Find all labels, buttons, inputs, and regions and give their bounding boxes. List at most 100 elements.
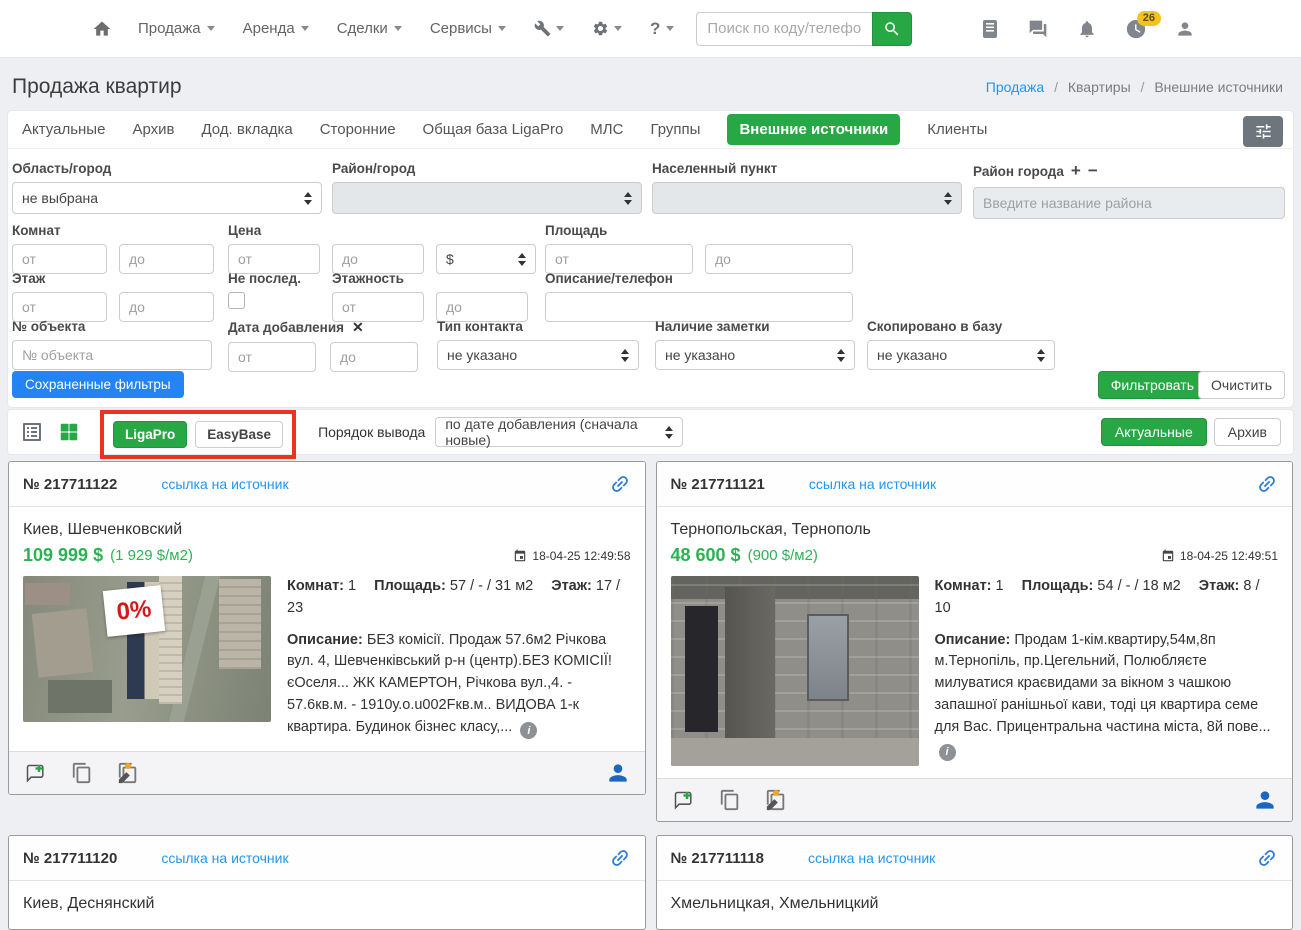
agent-icon[interactable]: [605, 760, 631, 786]
search-input[interactable]: [696, 12, 872, 46]
description-phone-input[interactable]: [545, 292, 853, 322]
filter-floors-total: Этажность: [332, 271, 528, 322]
floor-to-input[interactable]: [119, 292, 214, 322]
main-menu: Продажа Аренда Сделки Сервисы ?: [138, 19, 674, 39]
search-icon: [883, 20, 901, 38]
tab-actual[interactable]: Актуальные: [22, 121, 105, 138]
sort-order-select[interactable]: по дате добавления (сначала новые): [435, 417, 683, 447]
nav-menu-rent[interactable]: Аренда: [243, 20, 309, 37]
tab-additional[interactable]: Дод. вкладка: [201, 121, 292, 138]
journal-icon[interactable]: [981, 19, 999, 39]
price-to-input[interactable]: [332, 244, 424, 274]
date-to-input[interactable]: [330, 342, 418, 372]
info-icon[interactable]: i: [939, 744, 956, 761]
link-chain-icon[interactable]: [1251, 842, 1282, 873]
agent-icon[interactable]: [1252, 787, 1278, 813]
settings-menu[interactable]: [592, 20, 622, 37]
info-icon[interactable]: i: [520, 722, 537, 739]
status-archive-button[interactable]: Архив: [1214, 418, 1281, 446]
settlement-select[interactable]: [652, 182, 962, 214]
copy-edit-icon[interactable]: [765, 789, 787, 811]
source-link[interactable]: ссылка на источник: [161, 476, 288, 492]
district-select[interactable]: [332, 182, 642, 214]
help-menu[interactable]: ?: [650, 19, 674, 39]
copied-to-base-select[interactable]: не указано: [867, 340, 1055, 370]
status-actual-button[interactable]: Актуальные: [1101, 418, 1207, 446]
select-arrows-icon: [944, 192, 952, 205]
listing-location: Хмельницкая, Хмельницкий: [671, 895, 1279, 913]
city-district-input[interactable]: [973, 187, 1285, 219]
search-button[interactable]: [872, 12, 912, 46]
bell-icon[interactable]: [1077, 19, 1097, 39]
filter-note-presence: Наличие заметки не указано: [655, 319, 855, 370]
contact-type-select[interactable]: не указано: [437, 340, 639, 370]
link-chain-icon[interactable]: [1251, 468, 1282, 499]
nav-menu-sales[interactable]: Продажа: [138, 20, 215, 37]
tab-ligapro-base[interactable]: Общая база LigaPro: [423, 121, 564, 138]
home-icon[interactable]: [92, 19, 112, 39]
breadcrumb-sales[interactable]: Продажа: [986, 79, 1044, 95]
source-link[interactable]: ссылка на источник: [809, 476, 936, 492]
saved-filters-button[interactable]: Сохраненные фильтры: [12, 371, 184, 398]
tab-third-party[interactable]: Сторонние: [320, 121, 396, 138]
topbar-icon-group: 26: [981, 18, 1195, 40]
tools-menu[interactable]: [534, 20, 564, 37]
listing-photo[interactable]: [671, 576, 919, 766]
tab-groups[interactable]: Группы: [650, 121, 700, 138]
clear-date-icon[interactable]: ✕: [352, 319, 364, 335]
add-note-chat-icon[interactable]: [23, 761, 47, 785]
source-link[interactable]: ссылка на источник: [161, 850, 288, 866]
grid-view-icon[interactable]: [58, 421, 80, 443]
price-from-input[interactable]: [228, 244, 320, 274]
not-last-floor-checkbox[interactable]: [228, 292, 245, 309]
area-from-input[interactable]: [545, 244, 693, 274]
chats-icon[interactable]: [1027, 19, 1049, 39]
listing-number: № 217711118: [671, 850, 765, 867]
page-header: Продажа квартир Продажа / Квартиры / Вне…: [0, 58, 1301, 111]
plus-icon[interactable]: +: [1071, 161, 1081, 180]
filter-settings-button[interactable]: [1243, 116, 1283, 147]
price-row: 48 600 $ (900 $/м2) 18-04-25 12:49:51: [671, 545, 1279, 566]
copy-icon[interactable]: [719, 789, 741, 811]
select-arrows-icon: [665, 426, 673, 439]
tab-mls[interactable]: МЛС: [590, 121, 623, 138]
rooms-from-input[interactable]: [12, 244, 107, 274]
add-note-chat-icon[interactable]: [671, 788, 695, 812]
link-chain-icon[interactable]: [604, 842, 635, 873]
tab-archive[interactable]: Архив: [132, 121, 174, 138]
object-number-input[interactable]: [12, 340, 212, 370]
breadcrumb: Продажа / Квартиры / Внешние источники: [986, 79, 1283, 95]
copy-icon[interactable]: [71, 762, 93, 784]
floors-total-from-input[interactable]: [332, 292, 424, 322]
floors-total-to-input[interactable]: [436, 292, 528, 322]
source-easybase-button[interactable]: EasyBase: [195, 421, 283, 448]
list-view-icon[interactable]: [20, 420, 44, 444]
history-clock-icon[interactable]: 26: [1125, 18, 1147, 40]
listing-price: 48 600 $: [671, 545, 741, 566]
currency-select[interactable]: $: [436, 244, 536, 274]
date-added: 18-04-25 12:49:58: [513, 549, 630, 563]
date-from-input[interactable]: [228, 342, 316, 372]
link-chain-icon[interactable]: [604, 468, 635, 499]
filter-object-number: № объекта: [12, 319, 212, 370]
chevron-down-icon: [301, 26, 309, 31]
source-link[interactable]: ссылка на источник: [808, 850, 935, 866]
nav-menu-services[interactable]: Сервисы: [430, 20, 506, 37]
filter-button[interactable]: Фильтровать: [1098, 371, 1207, 399]
area-to-input[interactable]: [705, 244, 853, 274]
listing-photo[interactable]: 0%: [23, 576, 271, 722]
filter-date-added: Дата добавления✕: [228, 319, 418, 372]
user-icon[interactable]: [1175, 19, 1195, 39]
region-select[interactable]: не выбрана: [12, 182, 322, 214]
tab-clients[interactable]: Клиенты: [927, 121, 987, 138]
floor-from-input[interactable]: [12, 292, 107, 322]
rooms-to-input[interactable]: [119, 244, 214, 274]
price-per-m2: (1 929 $/м2): [110, 547, 193, 564]
minus-icon[interactable]: −: [1088, 161, 1098, 180]
clear-filter-button[interactable]: Очистить: [1198, 371, 1285, 399]
source-ligapro-button[interactable]: LigaPro: [113, 421, 187, 448]
copy-edit-icon[interactable]: [117, 762, 139, 784]
tab-external-sources[interactable]: Внешние источники: [727, 114, 900, 145]
nav-menu-deals[interactable]: Сделки: [337, 20, 402, 37]
note-presence-select[interactable]: не указано: [655, 340, 855, 370]
